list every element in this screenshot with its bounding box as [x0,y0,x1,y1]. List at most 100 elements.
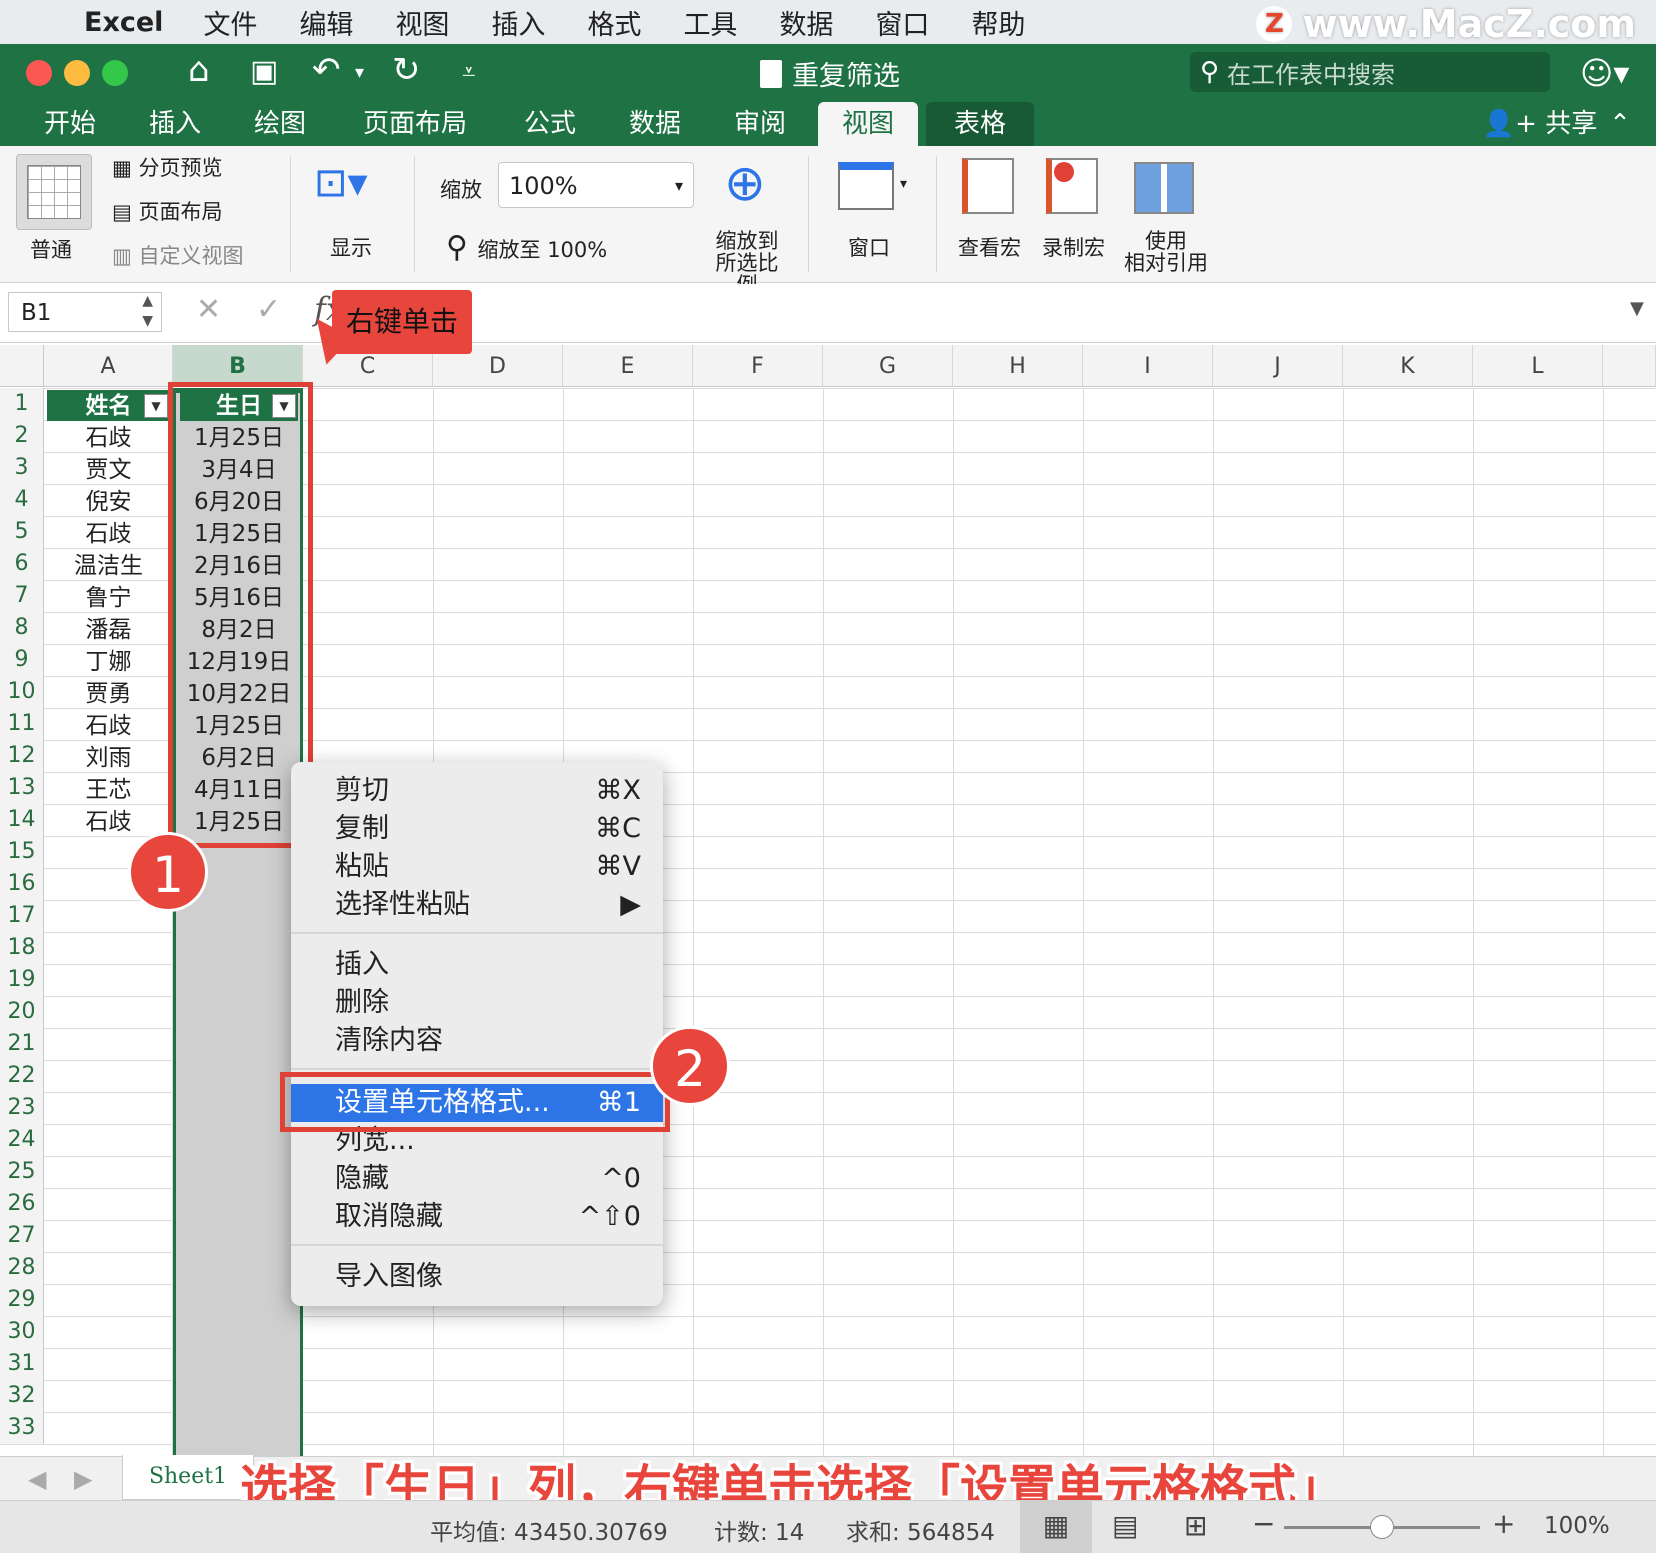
row-header[interactable]: 27 [0,1220,44,1252]
column-header-f[interactable]: F [693,345,823,387]
row-header[interactable]: 21 [0,1028,44,1060]
redo-icon[interactable]: ↻ [392,50,421,90]
table-header-name[interactable]: 姓名 ▼ [47,390,170,421]
column-header-g[interactable]: G [823,345,953,387]
next-sheet-icon[interactable]: ▶ [74,1465,92,1493]
menu-app-name[interactable]: Excel [84,7,163,38]
menu-format[interactable]: 格式 [587,3,641,42]
zoom-percentage[interactable]: 100% [1544,1513,1610,1539]
view-macros-label[interactable]: 查看宏 [958,232,1021,262]
tab-insert[interactable]: 插入 [135,102,215,146]
row-header[interactable]: 11 [0,708,44,740]
row-header[interactable]: 14 [0,804,44,836]
menu-help[interactable]: 帮助 [971,3,1025,42]
column-header-i[interactable]: I [1083,345,1213,387]
zoom-to-100-button[interactable]: ⚲ 缩放至 100% [446,230,607,265]
record-macro-label[interactable]: 录制宏 [1042,232,1105,262]
menu-item-delete[interactable]: 删除 [291,984,663,1022]
row-header[interactable]: 12 [0,740,44,772]
row-header[interactable]: 4 [0,484,44,516]
menu-item-paste-special[interactable]: 选择性粘贴 ▶ [291,886,663,924]
row-header[interactable]: 29 [0,1284,44,1316]
tab-formulas[interactable]: 公式 [510,102,590,146]
row-header[interactable]: 23 [0,1092,44,1124]
filter-dropdown-icon[interactable]: ▼ [144,394,168,418]
normal-view-status-icon[interactable]: ▦ [1020,1501,1092,1553]
window-icon[interactable] [838,162,894,210]
record-macro-icon[interactable] [1046,158,1098,214]
menu-insert[interactable]: 插入 [491,3,545,42]
menu-data[interactable]: 数据 [779,3,833,42]
menu-view[interactable]: 视图 [395,3,449,42]
tab-home[interactable]: 开始 [30,102,110,146]
search-input[interactable]: ⚲ 在工作表中搜索 [1190,52,1550,92]
row-header[interactable]: 7 [0,580,44,612]
row-header[interactable]: 8 [0,612,44,644]
view-macros-icon[interactable] [962,158,1014,214]
feedback-smiley-icon[interactable]: ☺▾ [1580,54,1629,92]
relative-references-label[interactable]: 使用 相对引用 [1124,230,1208,274]
page-break-preview-button[interactable]: ▦ 分页预览 [112,152,223,182]
window-dropdown-icon[interactable]: ▾ [900,176,907,192]
column-header-b[interactable]: B [173,345,303,387]
row-header[interactable]: 26 [0,1188,44,1220]
zoom-window-button[interactable] [102,60,128,86]
row-header[interactable]: 10 [0,676,44,708]
tab-table[interactable]: 表格 [926,102,1034,146]
close-window-button[interactable] [26,60,52,86]
cell-name[interactable]: 贾文 [47,454,170,485]
relative-references-icon[interactable] [1134,162,1194,214]
customize-toolbar-icon[interactable]: ⩡ [462,58,476,86]
row-header[interactable]: 16 [0,868,44,900]
menu-item-copy[interactable]: 复制 ⌘C [291,810,663,848]
row-header[interactable]: 17 [0,900,44,932]
row-header[interactable]: 25 [0,1156,44,1188]
row-header[interactable]: 2 [0,420,44,452]
menu-item-clear-contents[interactable]: 清除内容 [291,1022,663,1060]
select-all-corner[interactable] [0,345,44,387]
row-header[interactable]: 5 [0,516,44,548]
zoom-out-icon[interactable]: − [1252,1507,1275,1540]
row-header[interactable]: 33 [0,1412,44,1444]
zoom-combo[interactable]: 100% ▾ [498,162,694,208]
page-layout-status-icon[interactable]: ▤ [1112,1509,1138,1542]
tab-data[interactable]: 数据 [615,102,695,146]
menu-item-hide[interactable]: 隐藏 ^0 [291,1160,663,1198]
share-button[interactable]: 👤+ 共享 [1480,102,1600,146]
cell-name[interactable]: 石歧 [47,710,170,741]
row-header[interactable]: 19 [0,964,44,996]
expand-formula-bar-icon[interactable]: ▼ [1630,298,1644,319]
home-icon[interactable]: ⌂ [188,50,210,90]
column-header-j[interactable]: J [1213,345,1343,387]
zoom-slider-thumb[interactable] [1370,1515,1394,1539]
cell-name[interactable]: 王芯 [47,774,170,805]
cell-name[interactable]: 贾勇 [47,678,170,709]
confirm-icon[interactable]: ✓ [256,292,281,327]
tab-view[interactable]: 视图 [818,102,918,146]
row-header[interactable]: 30 [0,1316,44,1348]
menu-file[interactable]: 文件 [203,3,257,42]
cell-name[interactable]: 鲁宁 [47,582,170,613]
minimize-window-button[interactable] [64,60,90,86]
zoom-to-selection-icon[interactable]: ⊕ [724,154,766,212]
save-icon[interactable]: ▣ [250,54,278,89]
collapse-ribbon-icon[interactable]: ⌃ [1600,102,1640,146]
menu-tools[interactable]: 工具 [683,3,737,42]
menu-edit[interactable]: 编辑 [299,3,353,42]
cell-name[interactable]: 倪安 [47,486,170,517]
row-header[interactable]: 1 [0,388,44,420]
row-header[interactable]: 18 [0,932,44,964]
column-header-l[interactable]: L [1473,345,1603,387]
normal-view-button[interactable] [16,154,92,230]
row-header[interactable]: 15 [0,836,44,868]
cell-name[interactable]: 石歧 [47,422,170,453]
zoom-in-icon[interactable]: + [1492,1507,1515,1540]
cancel-icon[interactable]: ✕ [196,292,221,327]
row-header[interactable]: 32 [0,1380,44,1412]
menu-item-paste[interactable]: 粘贴 ⌘V [291,848,663,886]
custom-views-button[interactable]: ▥ 自定义视图 [112,240,244,270]
row-header[interactable]: 3 [0,452,44,484]
cell-name[interactable]: 刘雨 [47,742,170,773]
column-header-k[interactable]: K [1343,345,1473,387]
page-break-status-icon[interactable]: ⊞ [1184,1509,1207,1542]
